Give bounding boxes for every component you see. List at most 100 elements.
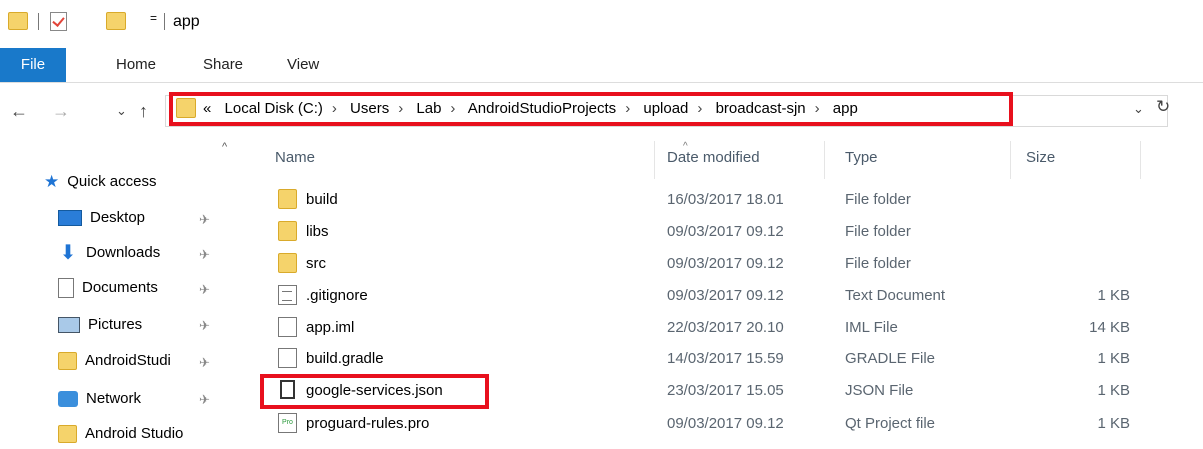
title-bar: = app: [0, 0, 1203, 48]
folder-icon: [8, 12, 28, 30]
file-name: app.iml: [306, 319, 355, 336]
chevron-down-icon[interactable]: ⌄: [1133, 101, 1144, 117]
file-type: JSON File: [845, 382, 914, 399]
file-date: 09/03/2017 09.12: [667, 415, 784, 432]
address-highlight-box: [169, 92, 1013, 126]
file-type: File folder: [845, 191, 911, 208]
sidebar-item-label: Network: [86, 390, 142, 407]
column-header-name[interactable]: Name: [275, 149, 315, 166]
file-name: libs: [306, 223, 329, 240]
pin-icon[interactable]: ✈: [199, 318, 210, 334]
table-row[interactable]: build 16/03/2017 18.01 File folder: [240, 185, 1203, 216]
forward-arrow-icon[interactable]: →: [52, 101, 70, 122]
table-row[interactable]: src 09/03/2017 09.12 File folder: [240, 249, 1203, 280]
separator: [164, 13, 165, 30]
sidebar-item-network[interactable]: Network: [58, 384, 141, 414]
table-row[interactable]: build.gradle 14/03/2017 15.59 GRADLE Fil…: [240, 344, 1203, 375]
desktop-icon: [58, 210, 82, 227]
network-icon: [58, 391, 78, 408]
tab-file[interactable]: File: [0, 48, 66, 82]
file-type: Qt Project file: [845, 415, 936, 432]
documents-icon: [58, 278, 74, 299]
file-name: src: [306, 255, 326, 272]
customize-toolbar-dropdown[interactable]: =: [150, 11, 157, 25]
column-divider[interactable]: [654, 141, 655, 179]
ribbon: File Home Share View: [0, 48, 1203, 83]
pin-icon[interactable]: ✈: [199, 212, 210, 228]
folder-icon: [58, 425, 77, 444]
folder-icon: [278, 221, 297, 241]
column-header-size[interactable]: Size: [1026, 149, 1055, 166]
file-name: .gitignore: [306, 287, 368, 304]
file-size: 1 KB: [1097, 382, 1130, 399]
file-type: Text Document: [845, 287, 946, 304]
sidebar-item-label: Desktop: [90, 209, 146, 226]
folder-icon: [58, 352, 77, 371]
pin-icon[interactable]: ✈: [199, 355, 210, 371]
sidebar-item-downloads[interactable]: ⬇ Downloads: [58, 238, 161, 268]
refresh-icon[interactable]: ↻: [1156, 97, 1170, 117]
sidebar-item-label: Downloads: [86, 244, 161, 261]
new-folder-icon[interactable]: [106, 12, 126, 30]
file-date: 09/03/2017 09.12: [667, 223, 784, 240]
tab-view[interactable]: View: [287, 48, 319, 82]
column-divider[interactable]: [1010, 141, 1011, 179]
sidebar-item-pictures[interactable]: Pictures: [58, 310, 142, 340]
scroll-up-icon[interactable]: ^: [222, 141, 227, 153]
table-row[interactable]: Pro proguard-rules.pro 09/03/2017 09.12 …: [240, 409, 1203, 440]
sidebar-item-label: AndroidStudi: [85, 352, 171, 369]
sidebar-item-documents[interactable]: Documents: [58, 273, 158, 303]
column-header-type[interactable]: Type: [845, 149, 878, 166]
table-row[interactable]: libs 09/03/2017 09.12 File folder: [240, 217, 1203, 248]
up-arrow-icon[interactable]: ↑: [139, 101, 148, 122]
file-type: File folder: [845, 255, 911, 272]
sidebar-item-label: Pictures: [88, 316, 143, 333]
file-icon: [278, 317, 297, 337]
column-divider[interactable]: [824, 141, 825, 179]
file-name: build: [306, 191, 338, 208]
tab-share[interactable]: Share: [203, 48, 243, 82]
back-arrow-icon[interactable]: ←: [10, 101, 28, 122]
text-file-icon: [278, 285, 297, 305]
downloads-icon: ⬇: [59, 242, 77, 265]
sidebar-item-desktop[interactable]: Desktop: [58, 203, 145, 233]
sidebar-item-quick-access[interactable]: ★ Quick access: [44, 167, 156, 197]
file-type: IML File: [845, 319, 898, 336]
pin-icon[interactable]: ✈: [199, 247, 210, 263]
file-size: 14 KB: [1089, 319, 1130, 336]
file-icon: [278, 348, 297, 368]
pin-icon[interactable]: ✈: [199, 282, 210, 298]
properties-icon[interactable]: [50, 12, 67, 31]
file-type: File folder: [845, 223, 911, 240]
folder-icon: [278, 189, 297, 209]
pin-icon[interactable]: ✈: [199, 392, 210, 408]
pro-file-icon: Pro: [278, 413, 297, 433]
table-row[interactable]: .gitignore 09/03/2017 09.12 Text Documen…: [240, 281, 1203, 312]
file-size: 1 KB: [1097, 350, 1130, 367]
folder-icon: [278, 253, 297, 273]
file-date: 14/03/2017 15.59: [667, 350, 784, 367]
recent-locations-icon[interactable]: ⌄: [116, 103, 127, 119]
column-divider[interactable]: [1140, 141, 1141, 179]
pictures-icon: [58, 317, 80, 334]
column-header-date[interactable]: Date modified: [667, 149, 760, 166]
file-date: 09/03/2017 09.12: [667, 287, 784, 304]
sidebar-item-label: Documents: [82, 279, 158, 296]
file-date: 16/03/2017 18.01: [667, 191, 784, 208]
file-size: 1 KB: [1097, 415, 1130, 432]
sidebar-item-label: Android Studio: [85, 425, 184, 442]
sidebar-item-androidstudi[interactable]: AndroidStudi: [58, 346, 171, 376]
sidebar-item-label: Quick access: [67, 173, 157, 190]
file-name: proguard-rules.pro: [306, 415, 430, 432]
star-icon: ★: [44, 172, 60, 192]
window-title: app: [173, 13, 200, 30]
file-name: build.gradle: [306, 350, 384, 367]
separator: [38, 13, 39, 30]
table-row[interactable]: app.iml 22/03/2017 20.10 IML File 14 KB: [240, 313, 1203, 344]
file-date: 22/03/2017 20.10: [667, 319, 784, 336]
tab-home[interactable]: Home: [116, 48, 156, 82]
json-file-highlight-box: [260, 374, 489, 409]
file-date: 23/03/2017 15.05: [667, 382, 784, 399]
sidebar-item-android-studio[interactable]: Android Studio: [58, 419, 183, 449]
address-row: ← → ⌄ ↑ « Local Disk (C:) › Users › Lab › A…: [0, 83, 1203, 141]
